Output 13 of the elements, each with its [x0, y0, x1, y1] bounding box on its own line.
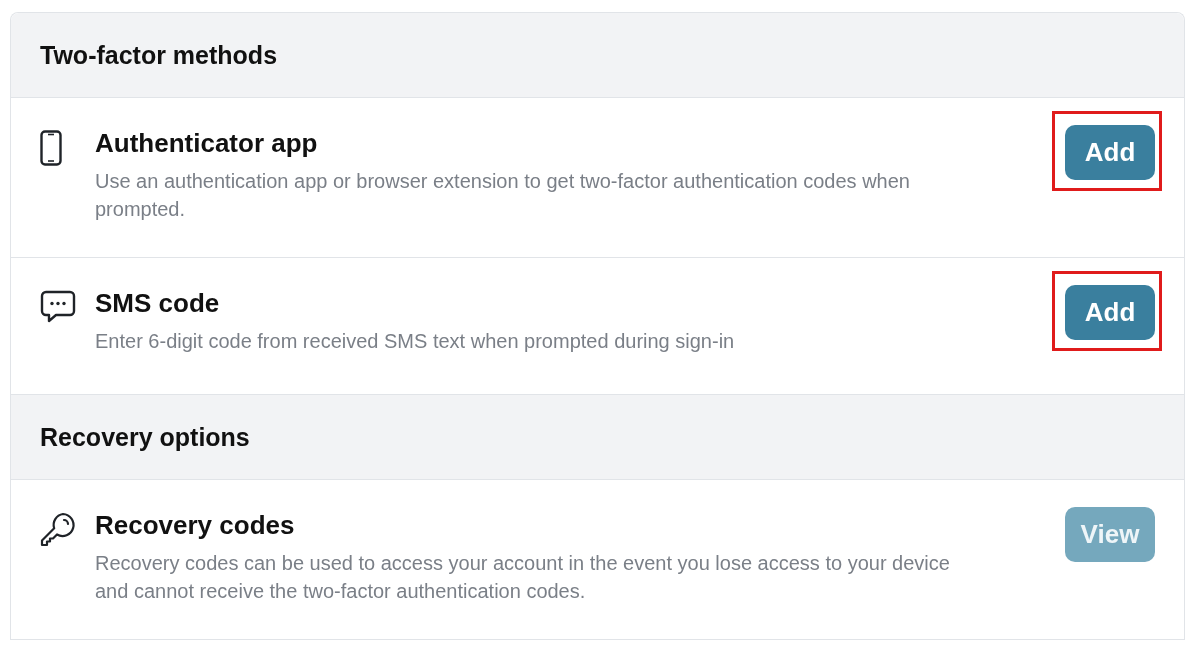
- method-title: Authenticator app: [95, 128, 319, 159]
- phone-icon: [40, 130, 62, 166]
- section-title: Two-factor methods: [40, 40, 278, 70]
- method-description: Enter 6-digit code from received SMS text when prompted during sign-in: [95, 329, 736, 354]
- key-icon: [40, 512, 76, 548]
- method-title: Recovery codes: [95, 510, 296, 541]
- method-description: Use an authentication app or browser extension to get two-factor authentication codes when prompted.: [95, 169, 911, 222]
- action-button[interactable]: Add: [1065, 125, 1155, 180]
- chat-icon: [40, 290, 76, 323]
- action-button[interactable]: Add: [1065, 285, 1155, 340]
- method-title: SMS code: [95, 288, 221, 319]
- section-title: Recovery options: [40, 422, 250, 452]
- method-description: Recovery codes can be used to access your account in the event you lose access to your device and cannot receive the two-factor authentication codes.: [95, 551, 951, 604]
